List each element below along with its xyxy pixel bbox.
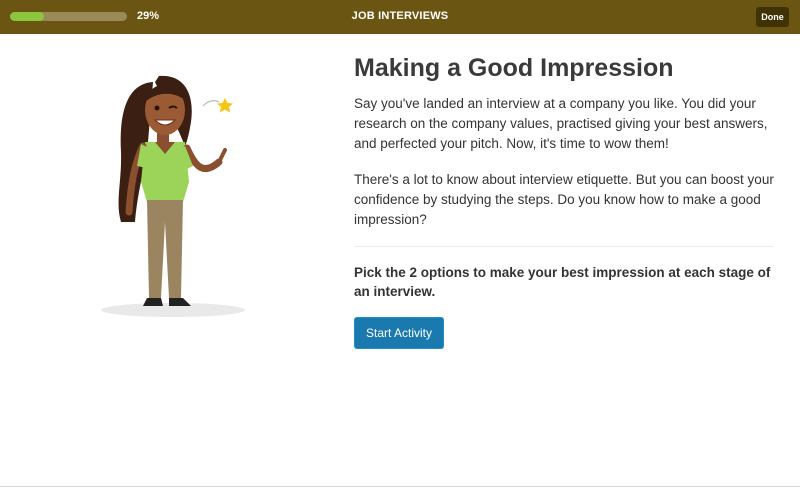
top-bar: 29% JOB INTERVIEWS Done	[0, 0, 800, 34]
etiquette-paragraph: There's a lot to know about interview et…	[354, 172, 774, 227]
page-title: Making a Good Impression	[354, 54, 674, 82]
course-title: JOB INTERVIEWS	[351, 10, 449, 22]
main-content: Making a Good Impression Say you've land…	[354, 52, 774, 349]
divider	[354, 246, 774, 247]
done-button[interactable]: Done	[756, 7, 789, 27]
bottom-divider	[0, 486, 800, 487]
woman-pointing-illustration	[101, 75, 245, 317]
activity-instruction: Pick the 2 options to make your best imp…	[354, 265, 771, 299]
start-activity-button[interactable]: Start Activity	[354, 317, 444, 349]
star-icon	[217, 98, 233, 113]
intro-paragraph: Say you've landed an interview at a comp…	[354, 96, 768, 151]
